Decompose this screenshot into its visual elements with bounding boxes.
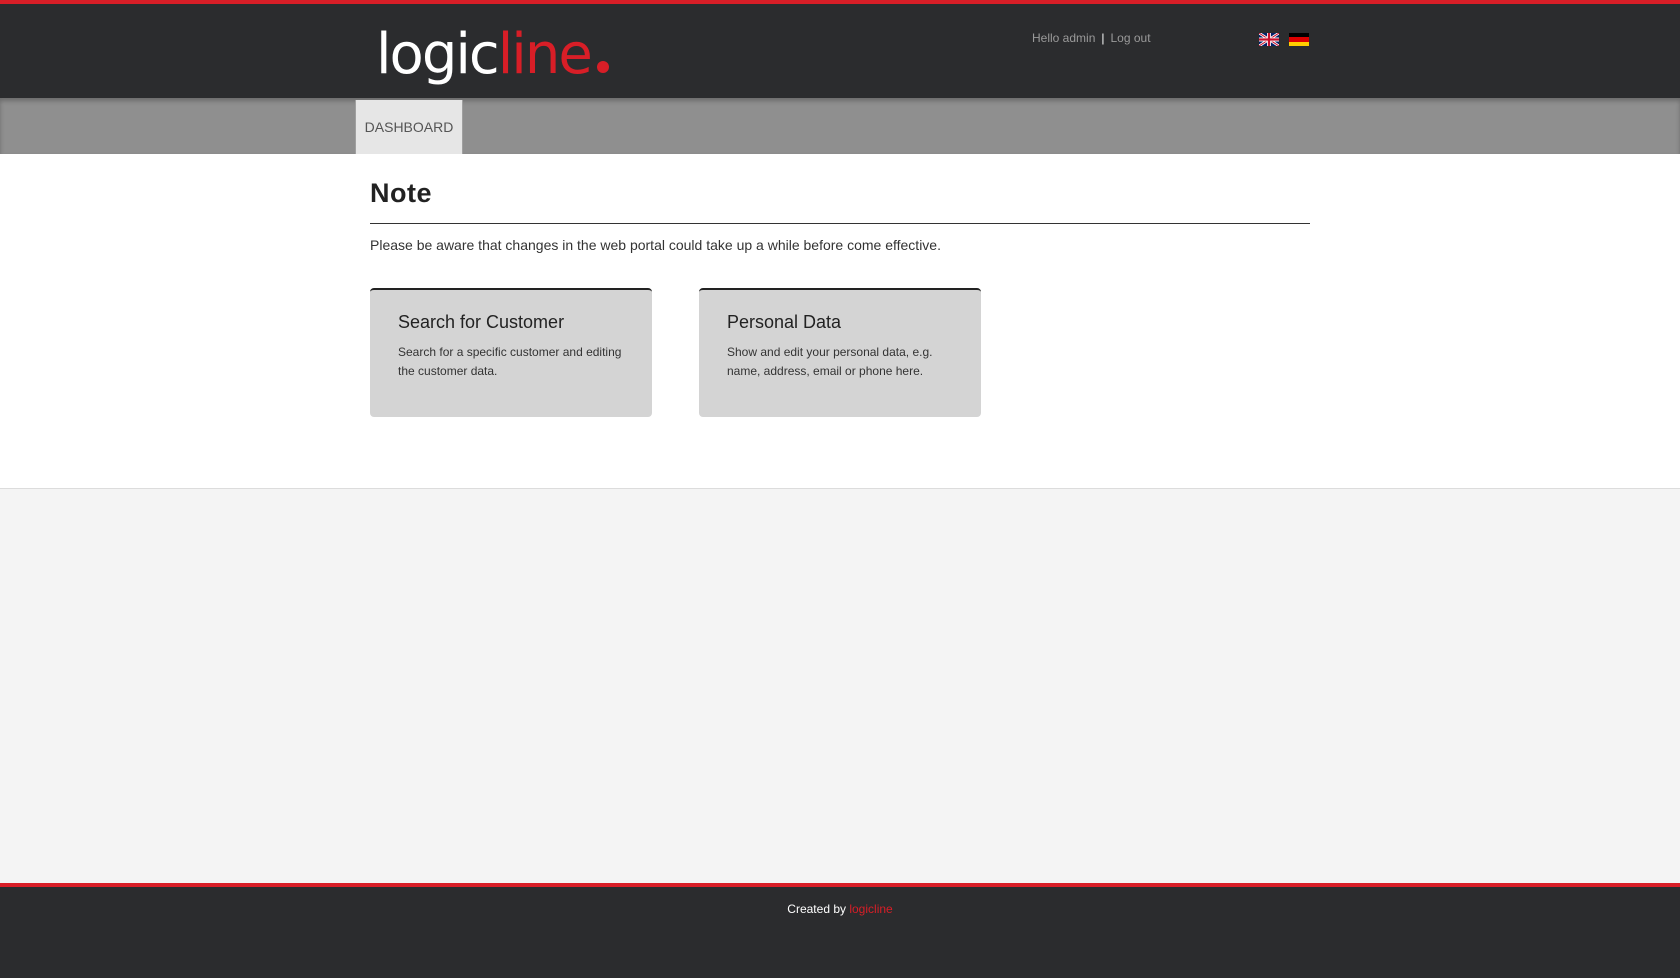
german-flag-icon[interactable] bbox=[1289, 33, 1309, 46]
card-title: Personal Data bbox=[727, 312, 842, 332]
header: logicline Hello admin | Log out bbox=[0, 0, 1680, 98]
logout-link[interactable]: Log out bbox=[1111, 31, 1151, 45]
nav-bar: DASHBOARD bbox=[0, 98, 1680, 154]
search-customer-card[interactable]: Search for Customer Search for a specifi… bbox=[370, 288, 652, 417]
footer: Created by logicline bbox=[0, 883, 1680, 978]
title-divider bbox=[370, 223, 1310, 224]
logo-text-red: line bbox=[497, 22, 593, 87]
footer-created-by: Created by bbox=[787, 902, 846, 916]
tab-dashboard[interactable]: DASHBOARD bbox=[355, 100, 463, 154]
logo[interactable]: logicline bbox=[376, 22, 609, 88]
page-title: Note bbox=[370, 178, 432, 208]
footer-credit: Created by logicline bbox=[0, 902, 1680, 916]
card-description: Search for a specific customer and editi… bbox=[398, 345, 622, 378]
main-content: Note Please be aware that changes in the… bbox=[0, 154, 1680, 489]
user-bar-separator: | bbox=[1101, 31, 1105, 45]
user-bar: Hello admin | Log out bbox=[1032, 31, 1151, 45]
logo-dot-icon bbox=[596, 61, 609, 73]
greeting-text: Hello admin bbox=[1032, 31, 1096, 45]
card-description: Show and edit your personal data, e.g. n… bbox=[727, 345, 933, 378]
footer-brand-link[interactable]: logicline bbox=[849, 902, 892, 916]
card-title: Search for Customer bbox=[398, 312, 565, 332]
logo-text-white: logic bbox=[376, 22, 500, 87]
note-text: Please be aware that changes in the web … bbox=[370, 237, 941, 253]
english-flag-icon[interactable] bbox=[1259, 33, 1279, 46]
personal-data-card[interactable]: Personal Data Show and edit your persona… bbox=[699, 288, 981, 417]
